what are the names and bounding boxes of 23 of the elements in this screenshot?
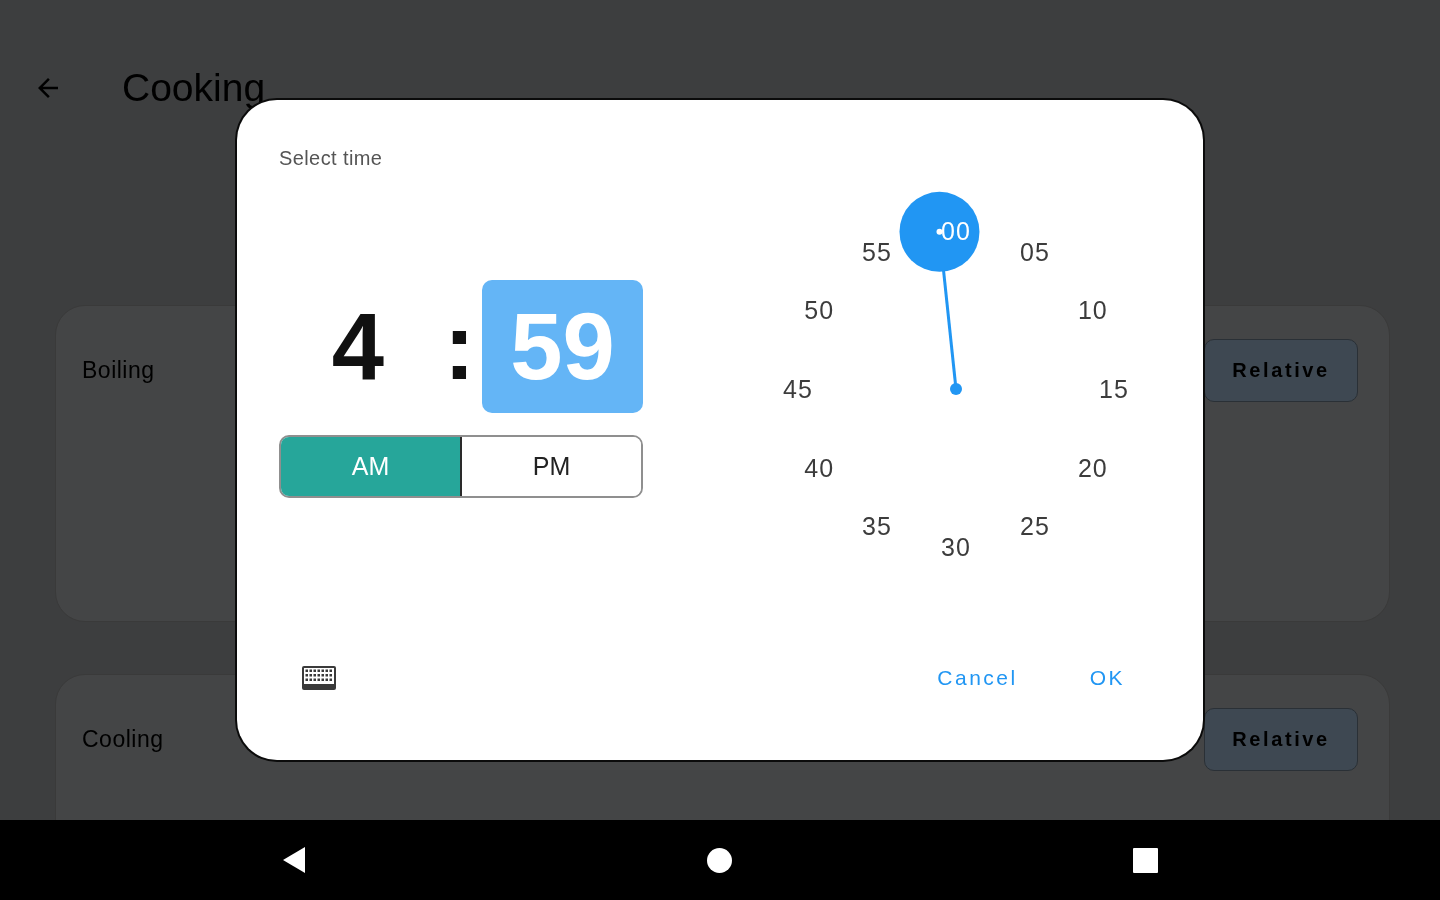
dial-number[interactable]: 50 [804,296,835,324]
time-separator: : [442,293,477,401]
dial-number[interactable]: 10 [1077,296,1108,324]
dial-number[interactable]: 45 [783,375,813,403]
dial-hand[interactable] [899,191,980,395]
dial-number[interactable]: 55 [862,238,892,267]
page-title: Cooking [122,65,266,111]
item-label: Boiling [82,356,155,384]
dial-number[interactable]: 35 [862,511,892,540]
period-option[interactable]: PM [460,437,641,496]
keyboard-icon [302,666,336,690]
dial-number[interactable]: 15 [1099,375,1129,403]
nav-recents-icon[interactable] [1133,847,1158,873]
dial-number[interactable]: 25 [1020,511,1050,540]
nav-home-icon[interactable] [707,847,732,873]
dial-number[interactable]: 30 [941,533,971,561]
time-field[interactable]: 4 [279,280,437,413]
nav-back-icon[interactable] [282,846,306,874]
item-label: Cooling [82,725,164,753]
dialog-title: Select time [279,146,383,170]
dial-number[interactable]: 40 [804,454,835,482]
dial-number[interactable]: 05 [1020,238,1050,267]
dial-number[interactable]: 20 [1077,454,1108,482]
